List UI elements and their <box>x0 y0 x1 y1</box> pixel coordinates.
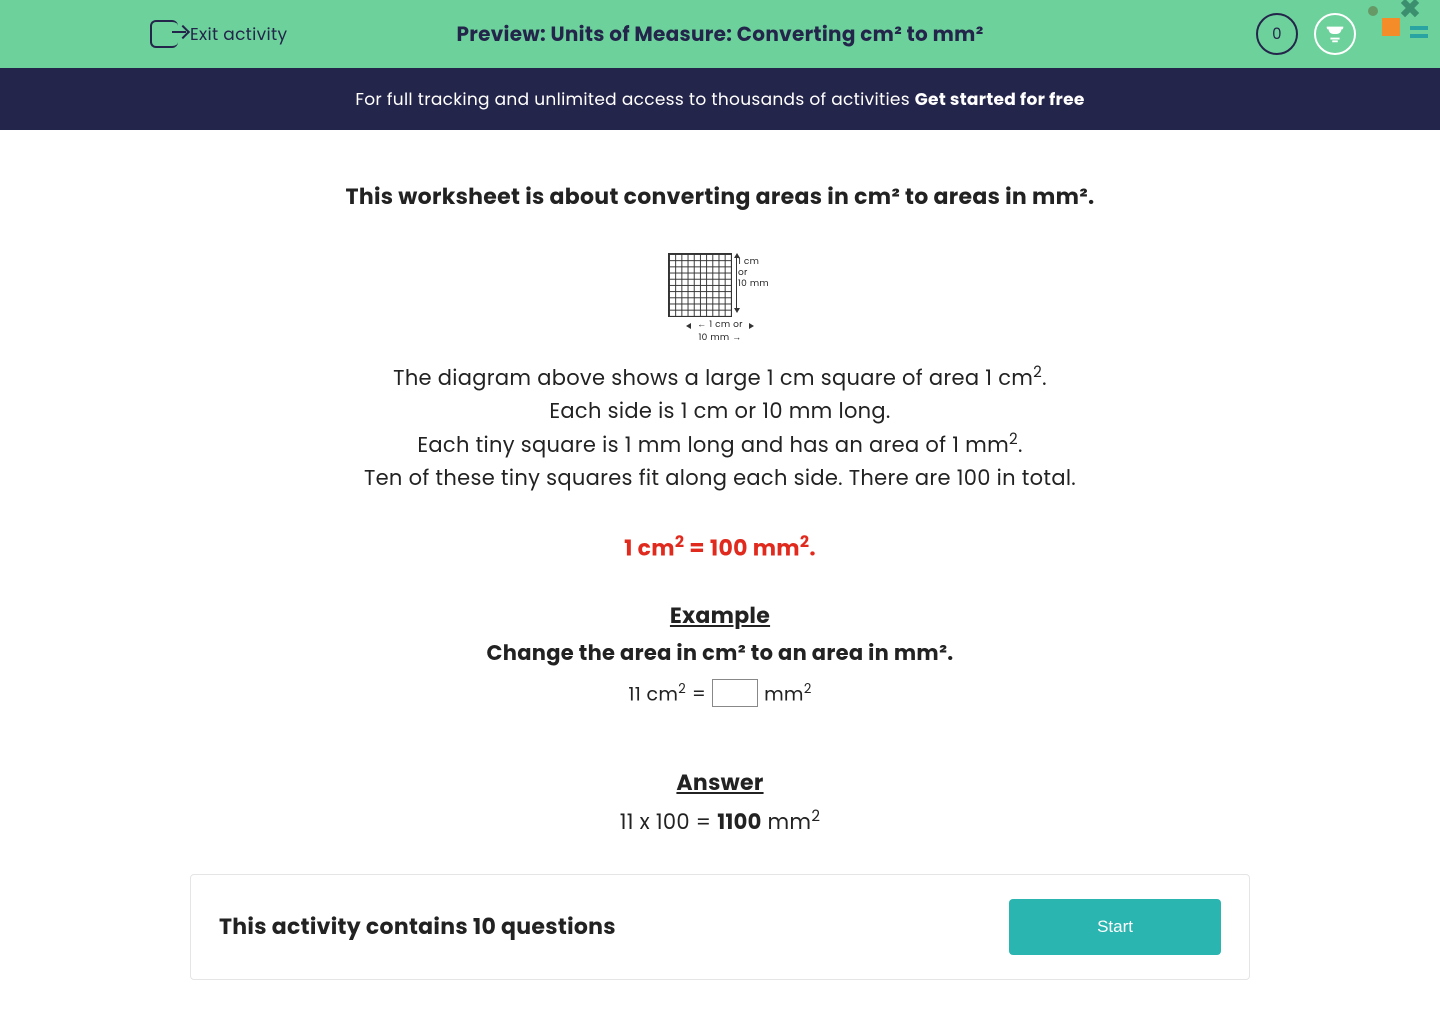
diagram-side-label: 1 cm or 10 mm <box>738 253 772 289</box>
top-header: Exit activity Preview: Units of Measure:… <box>0 0 1440 68</box>
start-activity-bar: This activity contains 10 questions Star… <box>190 874 1250 980</box>
grid-square-icon <box>668 253 732 317</box>
exit-label: Exit activity <box>190 21 287 47</box>
answer-input[interactable] <box>712 679 758 707</box>
question-count: This activity contains 10 questions <box>219 910 616 943</box>
explanation-text: The diagram above shows a large 1 cm squ… <box>190 361 1250 495</box>
exit-activity-button[interactable]: Exit activity <box>150 20 287 48</box>
start-button[interactable]: Start <box>1009 899 1221 955</box>
answer-line: 11 x 100 = 1100 mm2 <box>190 805 1250 838</box>
trophy-button[interactable] <box>1314 13 1356 55</box>
page-title: Preview: Units of Measure: Converting cm… <box>456 19 983 49</box>
conversion-formula: 1 cm2 = 100 mm2. <box>190 529 1250 564</box>
banner-cta-link[interactable]: Get started for free <box>915 87 1085 111</box>
exit-icon <box>150 20 178 48</box>
trophy-icon <box>1324 23 1346 45</box>
example-equation: 11 cm2 = mm2 <box>190 679 1250 708</box>
score-counter: 0 <box>1256 13 1298 55</box>
diagram-bottom-label: ← 1 cm or 10 mm → <box>688 319 752 345</box>
banner-text: For full tracking and unlimited access t… <box>355 87 914 111</box>
example-prompt: Change the area in cm² to an area in mm²… <box>190 638 1250 669</box>
intro-text: This worksheet is about converting areas… <box>190 180 1250 213</box>
answer-heading: Answer <box>190 766 1250 799</box>
main-content: This worksheet is about converting areas… <box>170 130 1270 1020</box>
promo-banner: For full tracking and unlimited access t… <box>0 68 1440 130</box>
example-heading: Example <box>190 599 1250 632</box>
answer-block: Answer 11 x 100 = 1100 mm2 <box>190 766 1250 838</box>
header-right: 0 <box>1256 13 1416 55</box>
area-diagram: 1 cm or 10 mm ← 1 cm or 10 mm → <box>668 253 772 347</box>
